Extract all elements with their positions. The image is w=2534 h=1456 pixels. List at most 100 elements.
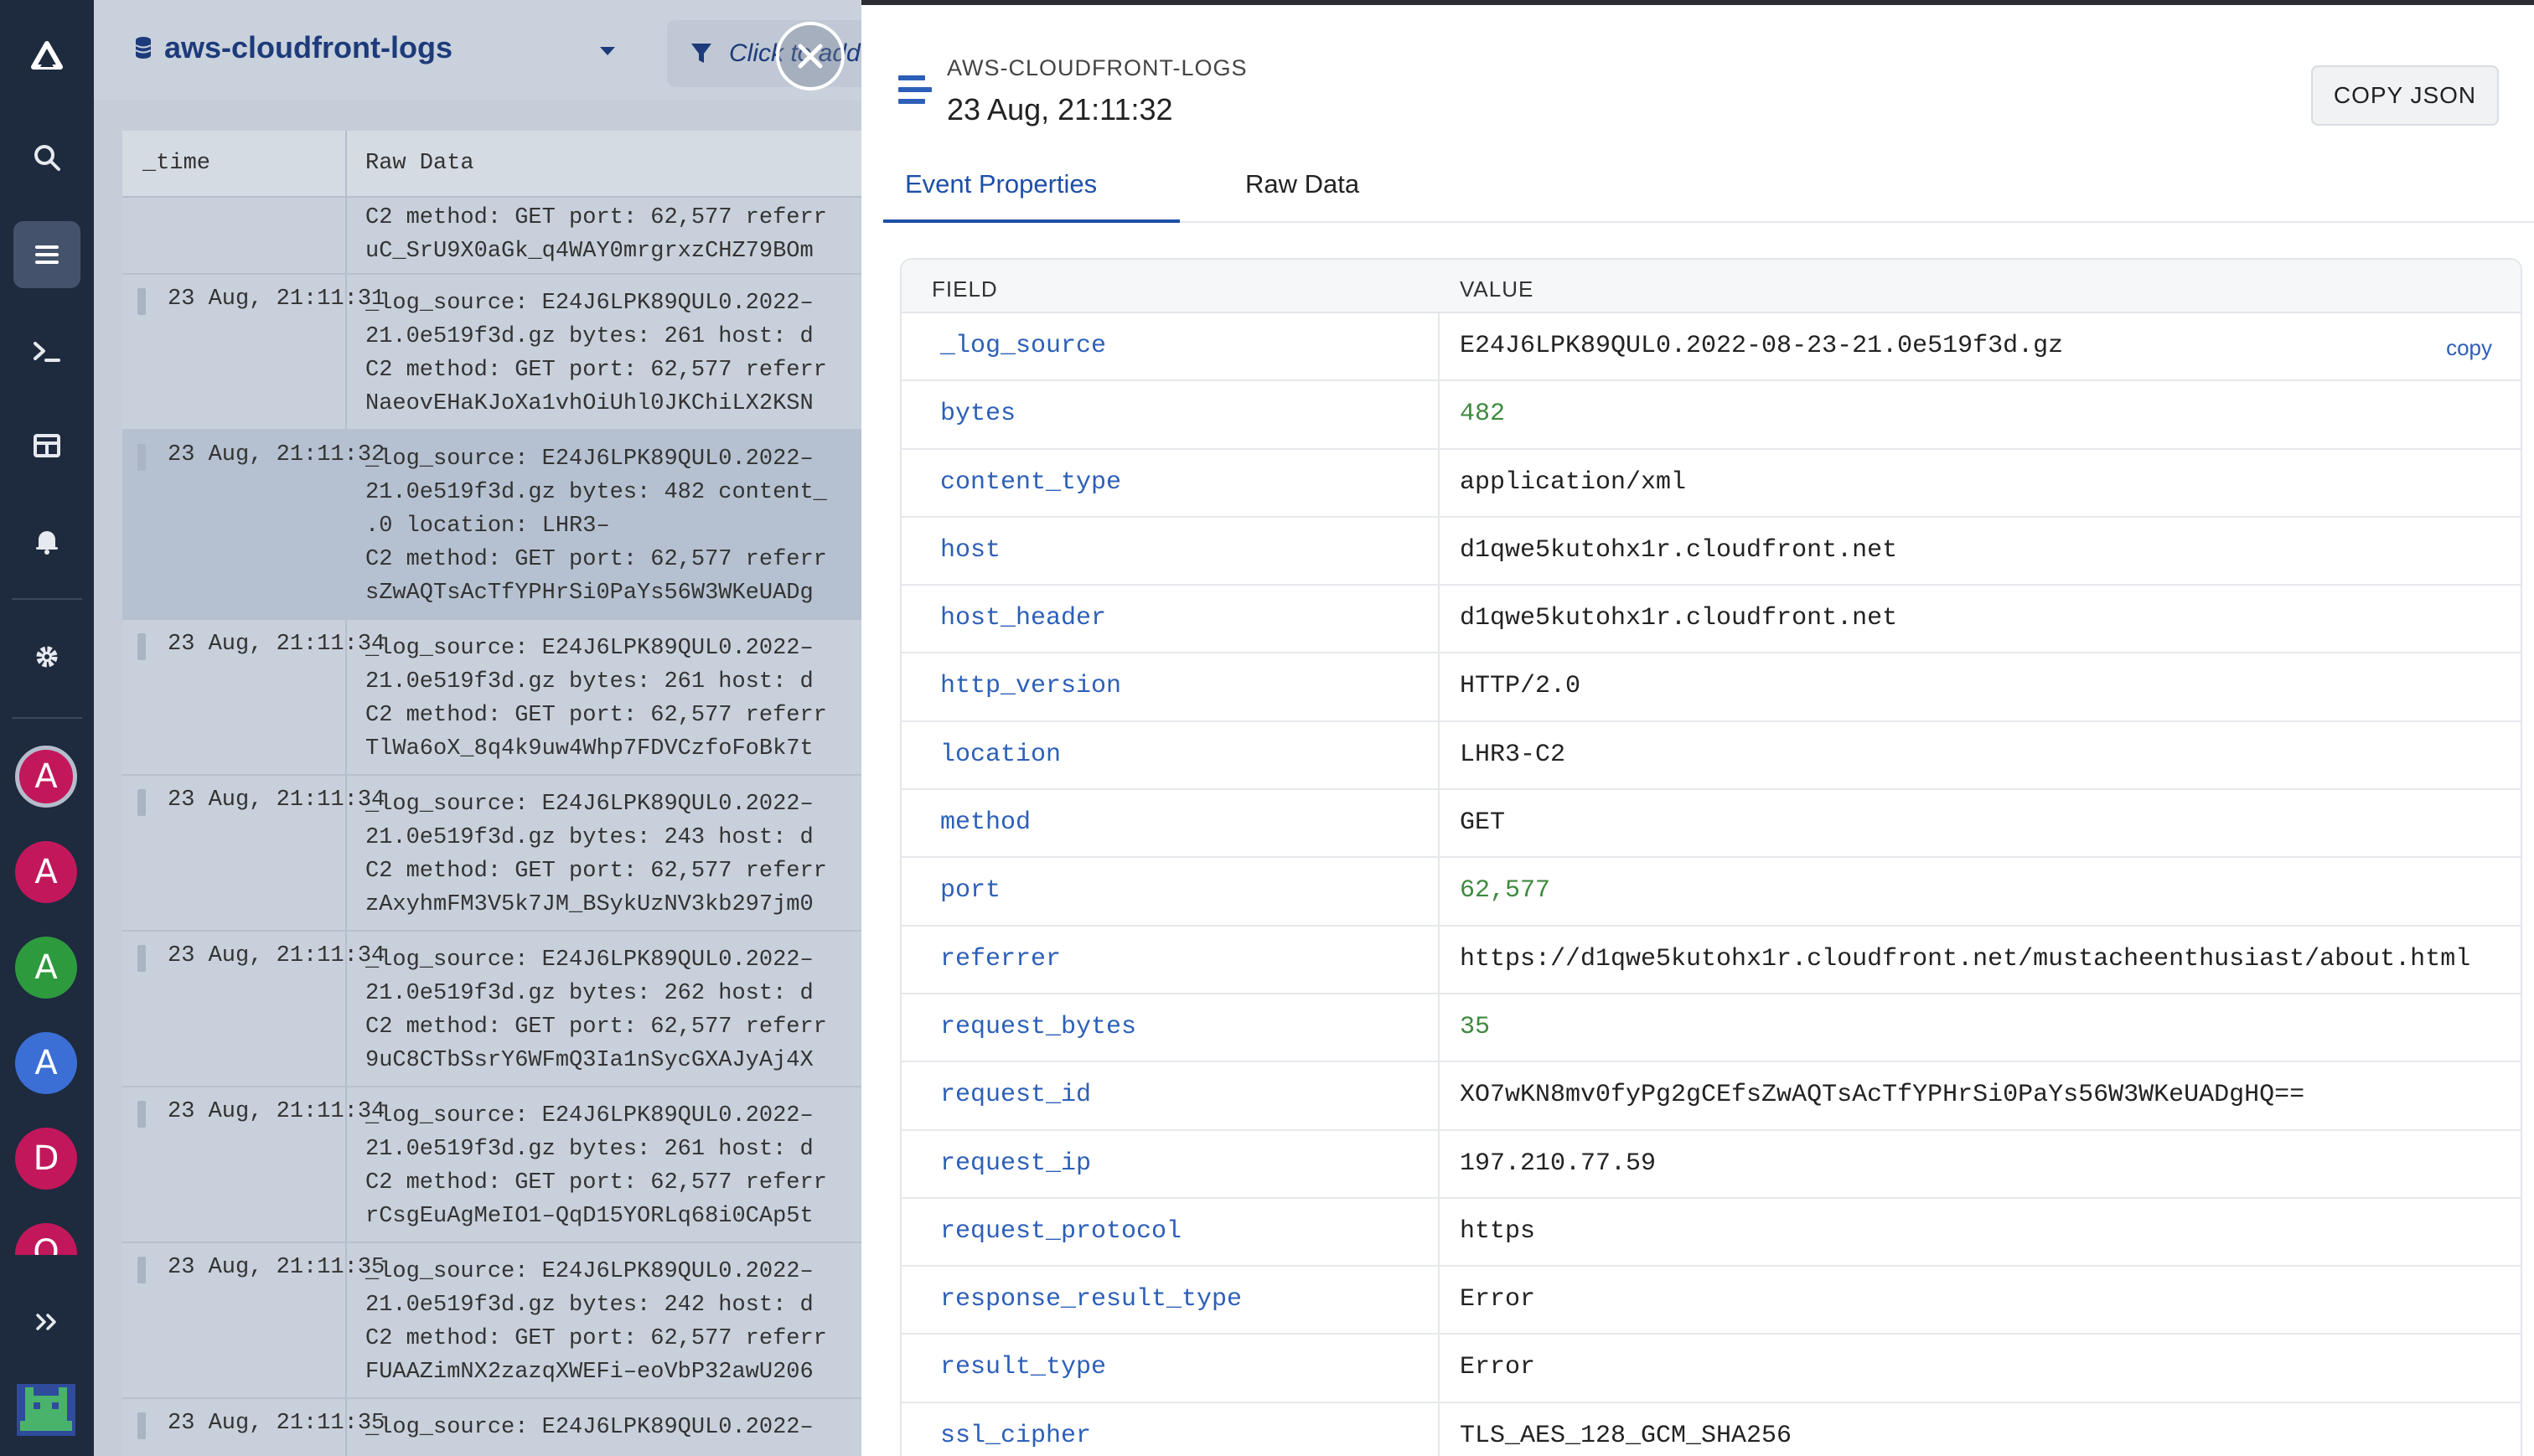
close-panel-button[interactable] [776,22,845,90]
avatar[interactable]: A [15,1032,77,1094]
table-row[interactable]: 23 Aug, 21:11:31 _log_source: E24J6LPK89Q… [122,275,865,431]
table-row[interactable]: 23 Aug, 21:11:32 _log_source: E24J6LPK89Q… [122,431,865,620]
nav-rail: AAAADO [0,0,94,1456]
raw-line: 21.0e519f3d.gz bytes: 261 host: d [365,669,814,694]
raw-line: _log_source: E24J6LPK89QUL0.2022– [365,1103,814,1128]
table-row[interactable]: 23 Aug, 21:11:34 _log_source: E24J6LPK89Q… [122,620,865,776]
property-field[interactable]: host [940,536,1001,565]
log-list-area: aws-cloudfront-logs Click to add _time R… [94,0,865,1456]
property-field[interactable]: _log_source [940,332,1106,360]
row-expand-handle[interactable] [137,1101,146,1128]
property-field[interactable]: host_header [940,604,1106,632]
column-header-time[interactable]: _time [142,151,210,176]
row-expand-handle[interactable] [137,633,146,660]
expand-sidebar-icon[interactable] [13,1288,80,1355]
property-field[interactable]: request_id [940,1081,1091,1109]
tab-raw-data[interactable]: Raw Data [1223,169,1381,223]
raw-line: C2 method: GET port: 62,577 referr [365,859,827,884]
column-header-raw[interactable]: Raw Data [365,151,474,176]
property-row[interactable]: method GET [902,790,2521,859]
row-expand-handle[interactable] [137,444,146,471]
table-row[interactable]: 23 Aug, 21:11:34 _log_source: E24J6LPK89Q… [122,776,865,932]
raw-line: FUAAZimNX2zazqXWEFi–eoVbP32awU206 [365,1360,814,1385]
workspace-logo-icon[interactable] [17,1384,75,1436]
property-field[interactable]: http_version [940,672,1121,700]
property-field[interactable]: request_ip [940,1149,1091,1178]
raw-line: rCsgEuAgMeIO1–QqD15YORLq68i0CAp5t [365,1204,814,1229]
gear-icon[interactable] [13,623,80,690]
row-expand-handle[interactable] [137,288,146,315]
property-row[interactable]: referrer https://d1qwe5kutohx1r.cloudfron… [902,927,2521,994]
event-detail-panel: AWS-CLOUDFRONT-LOGS 23 Aug, 21:11:32 COP… [861,0,2534,1456]
logs-stream-icon[interactable] [13,221,80,288]
property-field[interactable]: result_type [940,1353,1106,1381]
property-field[interactable]: content_type [940,468,1121,497]
search-icon[interactable] [13,124,80,191]
bell-icon[interactable] [13,508,80,575]
table-row[interactable]: 23 Aug, 21:11:35 _log_source: E24J6LPK89Q… [122,1243,865,1399]
property-field[interactable]: bytes [940,400,1016,428]
property-field[interactable]: referrer [940,945,1061,973]
copy-value-link[interactable]: copy [2446,335,2492,361]
property-row[interactable]: host d1qwe5kutohx1r.cloudfront.net [902,518,2521,586]
raw-line: _log_source: E24J6LPK89QUL0.2022– [365,291,814,316]
avatar[interactable]: A [15,746,77,808]
avatar[interactable]: O [15,1223,77,1255]
rail-divider [12,717,82,719]
row-expand-handle[interactable] [137,1257,146,1283]
table-row[interactable]: 23 Aug, 21:11:35 _log_source: E24J6LPK89Q… [122,1399,865,1456]
property-field[interactable]: port [940,876,1001,905]
property-row[interactable]: request_protocol https [902,1199,2521,1268]
property-row[interactable]: request_ip 197.210.77.59 [902,1131,2521,1199]
datasource-select[interactable]: aws-cloudfront-logs [134,30,452,65]
property-value: https://d1qwe5kutohx1r.cloudfront.net/mu… [1460,944,2471,973]
table-row[interactable]: 23 Aug, 21:11:34 _log_source: E24J6LPK89Q… [122,932,865,1087]
raw-line: C2 method: GET port: 62,577 referr [365,703,827,728]
property-row[interactable]: port 62,577 [902,858,2521,927]
avatar[interactable]: D [15,1128,77,1190]
property-field[interactable]: request_bytes [940,1013,1136,1041]
log-event-icon [898,75,932,104]
row-raw-data: _log_source: E24J6LPK89QUL0.2022– 21.0e51… [365,287,865,421]
value-column-header: VALUE [1460,276,1534,302]
property-field[interactable]: response_result_type [940,1285,1242,1314]
terminal-icon[interactable] [13,318,80,385]
property-row[interactable]: _log_source E24J6LPK89QUL0.2022-08-23-21.… [902,313,2521,382]
copy-json-button[interactable]: COPY JSON [2311,65,2499,126]
property-row[interactable]: content_type application/xml [902,450,2521,518]
property-value: E24J6LPK89QUL0.2022-08-23-21.0e519f3d.gz [1460,332,2064,360]
property-row[interactable]: bytes 482 [902,381,2521,450]
property-field[interactable]: request_protocol [940,1217,1182,1246]
property-row[interactable]: location LHR3-C2 [902,722,2521,791]
tab-event-properties[interactable]: Event Properties [883,169,1180,223]
property-field[interactable]: ssl_cipher [940,1422,1091,1450]
app-logo-icon[interactable] [13,23,80,90]
property-row[interactable]: result_type Error [902,1335,2521,1403]
property-value: d1qwe5kutohx1r.cloudfront.net [1460,535,1898,565]
row-expand-handle[interactable] [137,945,146,972]
row-expand-handle[interactable] [137,789,146,816]
table-row[interactable]: 23 Aug, 21:11:34 _log_source: E24J6LPK89Q… [122,1087,865,1243]
property-row[interactable]: ssl_cipher TLS_AES_128_GCM_SHA256 [902,1403,2521,1456]
property-row[interactable]: http_version HTTP/2.0 [902,653,2521,722]
property-value: GET [1460,808,1506,838]
raw-line: 21.0e519f3d.gz bytes: 243 host: d [365,825,814,850]
row-raw-data: _log_source: E24J6LPK89QUL0.2022– 21.0e51… [365,632,865,766]
property-row[interactable]: response_result_type Error [902,1267,2521,1335]
dashboard-icon[interactable] [13,412,80,479]
property-row[interactable]: request_id XO7wKN8mv0fyPg2gCEfsZwAQTsAcTf… [902,1062,2521,1131]
raw-line: zAxyhmFM3V5k7JM_BSykUzNV3kb297jm0 [365,892,814,917]
property-field[interactable]: location [940,741,1061,769]
avatar[interactable]: A [15,937,77,999]
table-row[interactable]: C2 method: GET port: 62,577 referr uC_SrU… [122,198,865,275]
property-row[interactable]: request_bytes 35 [902,994,2521,1063]
property-field[interactable]: method [940,808,1031,837]
property-row[interactable]: host_header d1qwe5kutohx1r.cloudfront.net [902,586,2521,654]
query-toolbar: aws-cloudfront-logs Click to add [94,0,865,101]
table-header: _time Raw Data [122,131,865,198]
property-value: application/xml [1460,467,1687,497]
chevron-down-icon[interactable] [600,47,615,55]
avatar[interactable]: A [15,841,77,903]
raw-line: 21.0e519f3d.gz bytes: 482 content_ [365,480,827,505]
row-expand-handle[interactable] [137,1412,146,1439]
